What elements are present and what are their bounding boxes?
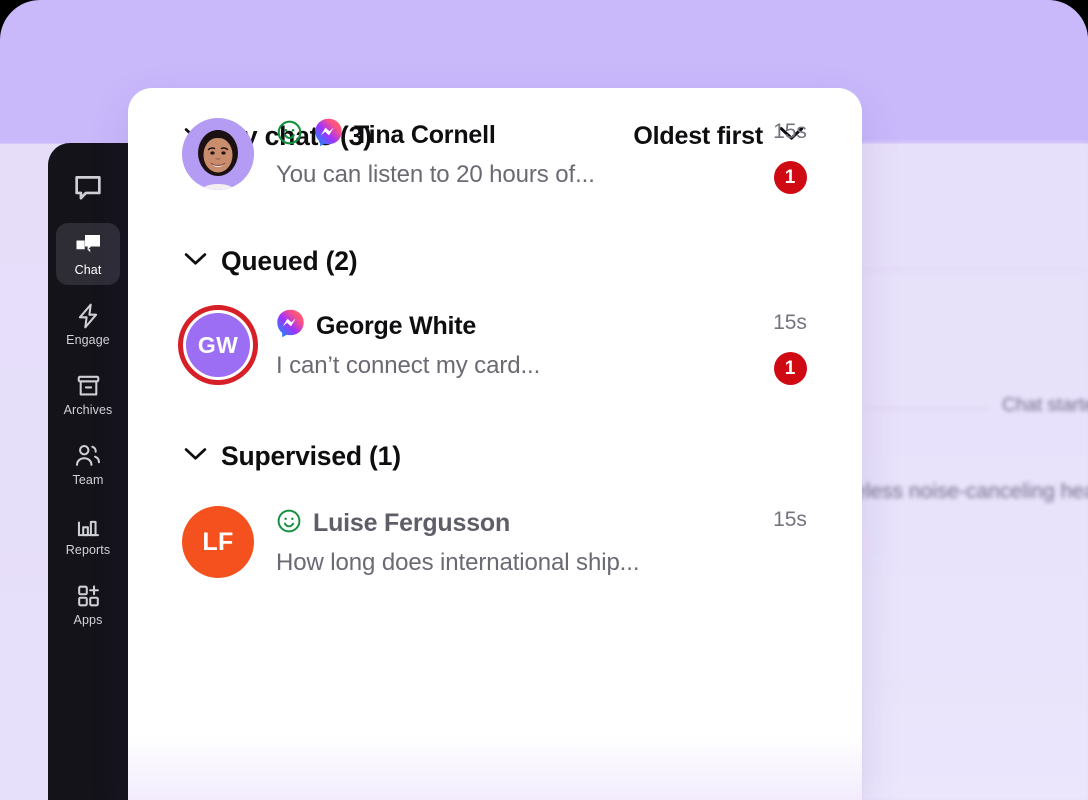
- apps-grid-plus-icon: [75, 582, 102, 610]
- chat-list-item[interactable]: LF Luise Fergusson How long does interna…: [128, 502, 862, 582]
- speech-bubble-logo-icon[interactable]: [48, 153, 128, 223]
- chat-item-time: 15s: [773, 508, 807, 531]
- archive-box-icon: [75, 372, 102, 400]
- chat-item-meta: 15s 1: [762, 305, 818, 385]
- avatar: LF: [178, 502, 258, 582]
- section-supervised-toggle[interactable]: Supervised (1): [128, 441, 862, 472]
- chat-item-time: 15s: [773, 120, 807, 143]
- chat-item-header: George White: [276, 309, 762, 343]
- sidebar-item-apps[interactable]: Apps: [56, 573, 120, 635]
- chevron-down-icon: [184, 252, 207, 271]
- avatar: GW: [178, 305, 258, 385]
- avatar-photo: [182, 118, 254, 190]
- chat-item-name: Luise Fergusson: [313, 508, 511, 537]
- sidebar-item-label: Archives: [63, 402, 113, 417]
- chat-item-body: George White I can’t connect my card...: [258, 305, 762, 380]
- chat-item-meta: 15s 1: [762, 114, 818, 194]
- app-canvas: Chat starte eless noise-canceling head s…: [0, 0, 1088, 800]
- sidebar-item-label: Chat: [74, 262, 102, 277]
- chat-item-preview: I can’t connect my card...: [276, 352, 541, 379]
- card-bottom-fade: [128, 734, 862, 800]
- background-chat-started-label: Chat starte: [1002, 395, 1088, 416]
- selection-ring: [178, 305, 258, 385]
- background-divider: [866, 408, 990, 409]
- chat-bubbles-icon: [74, 232, 102, 260]
- chat-item-name: Tina Cornell: [354, 120, 496, 149]
- background-divider: [862, 269, 1088, 270]
- avatar: [178, 114, 258, 194]
- lightning-bolt-icon: [75, 302, 101, 330]
- sidebar-item-engage[interactable]: Engage: [56, 293, 120, 355]
- chat-item-header: Luise Fergusson: [276, 506, 762, 540]
- chat-item-preview: How long does international ship...: [276, 549, 640, 576]
- app-sidebar: Chat Engage Archives Team Reports Apps: [48, 143, 128, 800]
- chat-item-name: George White: [316, 311, 477, 340]
- background-chat-window: Chat starte eless noise-canceling head s…: [854, 143, 1088, 800]
- chat-item-body: Luise Fergusson How long does internatio…: [258, 502, 762, 577]
- chat-item-body: Tina Cornell You can listen to 20 hours …: [258, 114, 762, 189]
- section-title: Supervised (1): [221, 441, 401, 471]
- sidebar-item-label: Engage: [66, 332, 110, 347]
- avatar-initials: LF: [182, 506, 254, 578]
- people-group-icon: [74, 442, 102, 470]
- sidebar-item-reports[interactable]: Reports: [56, 503, 120, 565]
- sidebar-item-archives[interactable]: Archives: [56, 363, 120, 425]
- background-message-line-1: eless noise-canceling head: [854, 480, 1088, 503]
- bar-chart-icon: [75, 512, 102, 540]
- chat-item-time: 15s: [773, 311, 807, 334]
- chevron-down-icon: [184, 447, 207, 466]
- sidebar-item-label: Apps: [73, 612, 103, 627]
- messenger-icon: [276, 309, 305, 343]
- smiley-face-icon: [276, 119, 303, 151]
- sidebar-item-chat[interactable]: Chat: [56, 223, 120, 285]
- background-divider: [862, 683, 1088, 684]
- chat-list-panel: My chats (3) Oldest first Tina Cornell Y…: [128, 88, 862, 800]
- sidebar-item-label: Team: [72, 472, 104, 487]
- section-queued-toggle[interactable]: Queued (2): [128, 246, 862, 277]
- unread-badge: 1: [773, 352, 807, 385]
- unread-badge: 1: [773, 161, 807, 194]
- chat-list-item[interactable]: GW George White I can’t connect my card.…: [128, 305, 862, 385]
- section-title: Queued (2): [221, 246, 358, 276]
- sidebar-item-label: Reports: [65, 542, 111, 557]
- chat-item-preview: You can listen to 20 hours of...: [276, 161, 595, 188]
- sidebar-item-team[interactable]: Team: [56, 433, 120, 495]
- chat-list-item[interactable]: Tina Cornell You can listen to 20 hours …: [128, 114, 862, 194]
- messenger-icon: [314, 118, 343, 152]
- smiley-face-icon: [276, 508, 302, 539]
- chat-item-meta: 15s: [762, 502, 818, 532]
- background-top-band: [862, 0, 1088, 143]
- chat-item-header: Tina Cornell: [276, 118, 762, 152]
